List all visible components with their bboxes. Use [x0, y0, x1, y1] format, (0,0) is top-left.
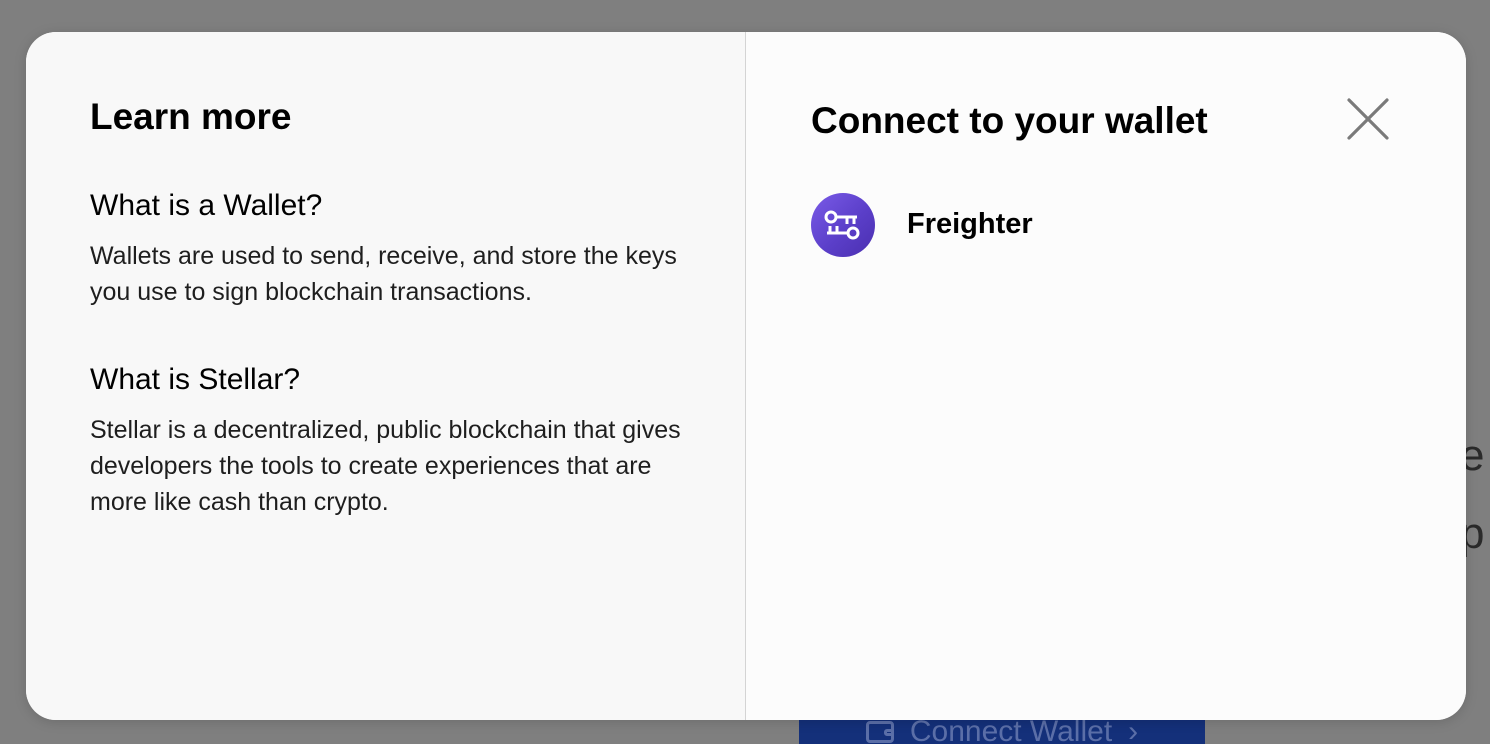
learn-section-wallet: What is a Wallet? Wallets are used to se… [90, 188, 690, 310]
connect-wallet-panel: Connect to your wallet Freighter [746, 32, 1466, 720]
wallet-name: Freighter [907, 208, 1033, 241]
learn-more-title: Learn more [90, 96, 292, 137]
wallet-icon [865, 721, 894, 743]
learn-answer: Stellar is a decentralized, public block… [90, 415, 681, 516]
learn-answer: Wallets are used to send, receive, and s… [90, 241, 677, 306]
connect-wallet-modal: Learn more What is a Wallet? Wallets are… [26, 32, 1466, 720]
learn-question: What is Stellar? [90, 362, 301, 396]
learn-section-stellar: What is Stellar? Stellar is a decentrali… [90, 362, 690, 520]
learn-question: What is a Wallet? [90, 188, 323, 222]
freighter-key-icon [811, 192, 875, 257]
close-button[interactable] [1347, 98, 1389, 140]
wallet-option-freighter[interactable]: Freighter [811, 192, 1411, 257]
close-icon [1347, 98, 1389, 140]
learn-more-panel: Learn more What is a Wallet? Wallets are… [26, 32, 746, 720]
